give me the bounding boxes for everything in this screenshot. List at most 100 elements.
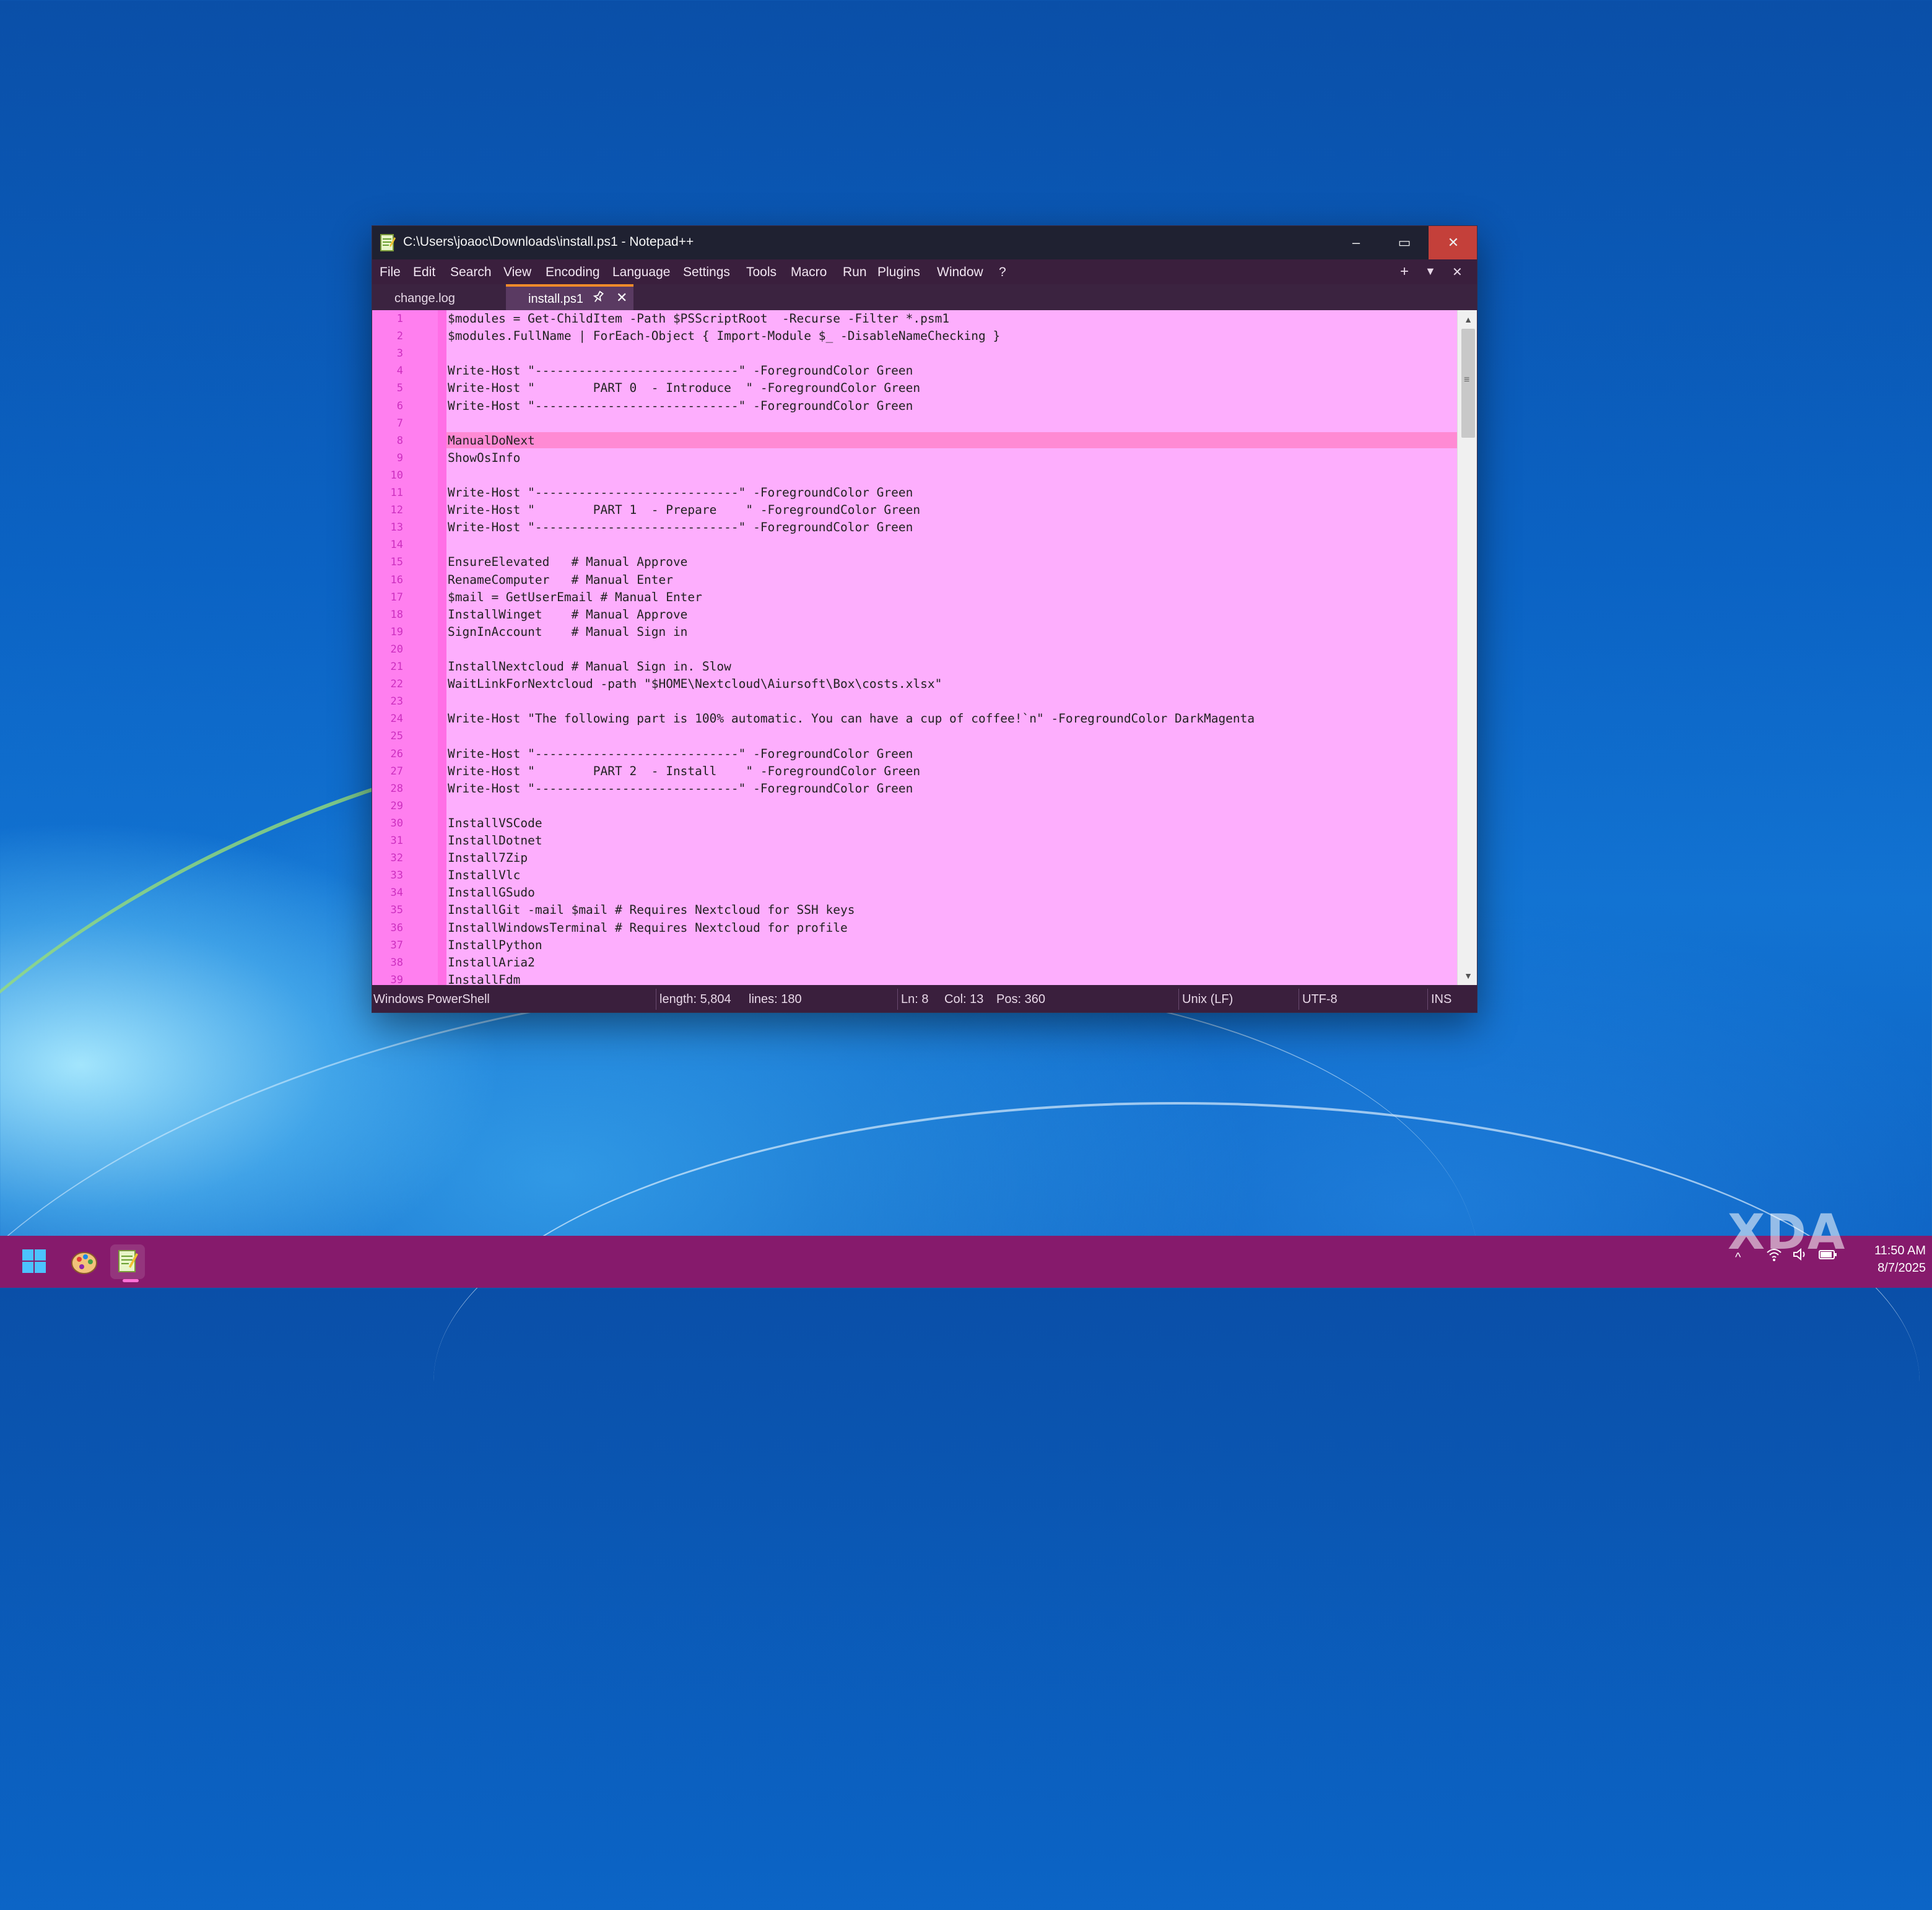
tab-install-ps1[interactable]: install.ps1 ✕ [506, 284, 633, 310]
notepadpp-window: C:\Users\joaoc\Downloads\install.ps1 - N… [372, 225, 1477, 1013]
windows-start-icon[interactable] [17, 1244, 52, 1279]
status-language: Windows PowerShell [373, 992, 490, 1006]
line-number: 29 [390, 799, 403, 812]
line-number: 30 [390, 817, 403, 830]
menu-file[interactable]: File [380, 265, 401, 280]
menu-search[interactable]: Search [450, 265, 492, 280]
status-encoding: UTF-8 [1302, 992, 1338, 1006]
code-line[interactable]: Write-Host " PART 0 - Introduce " -Foreg… [448, 381, 920, 395]
code-line[interactable]: Install7Zip [448, 851, 528, 865]
close-document-icon[interactable]: ✕ [1452, 264, 1463, 280]
wallpaper-swoosh [433, 1102, 1920, 1662]
title-bar[interactable]: C:\Users\joaoc\Downloads\install.ps1 - N… [372, 226, 1477, 259]
tab-label: change.log [394, 292, 455, 305]
line-number: 19 [390, 625, 403, 638]
menu-plugins[interactable]: Plugins [877, 265, 920, 280]
code-line[interactable]: InstallGit -mail $mail # Requires Nextcl… [448, 903, 855, 917]
code-line[interactable]: Write-Host "----------------------------… [448, 747, 913, 761]
taskbar: ^ 11:50 AM 8/7/2025 [0, 1236, 1932, 1288]
code-line[interactable]: Write-Host "The following part is 100% a… [448, 711, 1255, 726]
line-number: 23 [390, 695, 403, 708]
menu-help[interactable]: ? [999, 265, 1006, 280]
new-tab-icon[interactable]: + [1400, 263, 1409, 280]
code-line[interactable]: InstallFdm [448, 973, 520, 985]
code-line[interactable]: WaitLinkForNextcloud -path "$HOME\Nextcl… [448, 677, 942, 691]
line-number: 37 [390, 939, 403, 952]
code-line[interactable]: InstallVlc [448, 868, 520, 882]
status-ln: Ln: 8 [901, 992, 929, 1006]
code-line[interactable]: $mail = GetUserEmail # Manual Enter [448, 590, 702, 604]
code-line[interactable]: Write-Host "----------------------------… [448, 781, 913, 796]
code-line[interactable]: EnsureElevated # Manual Approve [448, 555, 687, 569]
scroll-down-arrow-icon[interactable]: ▼ [1458, 966, 1477, 985]
status-length: length: 5,804 [659, 992, 731, 1006]
paint-app-icon[interactable] [67, 1244, 102, 1279]
line-number: 4 [396, 365, 403, 378]
minimize-button[interactable]: – [1332, 226, 1380, 259]
menu-encoding[interactable]: Encoding [546, 265, 600, 280]
line-number: 28 [390, 782, 403, 795]
code-line[interactable]: Write-Host "----------------------------… [448, 399, 913, 413]
menu-settings[interactable]: Settings [683, 265, 730, 280]
line-number: 7 [396, 417, 403, 430]
line-number: 5 [396, 382, 403, 395]
line-number: 25 [390, 730, 403, 743]
notepadpp-taskbar-icon[interactable] [110, 1244, 145, 1279]
code-line[interactable]: InstallPython [448, 938, 542, 952]
line-number: 26 [390, 747, 403, 760]
pin-icon[interactable] [591, 290, 605, 308]
menu-view[interactable]: View [503, 265, 531, 280]
tab-list-dropdown-icon[interactable]: ▼ [1425, 265, 1436, 278]
menu-language[interactable]: Language [612, 265, 670, 280]
status-lines: lines: 180 [749, 992, 802, 1006]
line-number: 32 [390, 852, 403, 865]
code-line[interactable]: InstallGSudo [448, 885, 535, 900]
menu-run[interactable]: Run [843, 265, 867, 280]
fold-margin[interactable] [438, 310, 446, 985]
vertical-scrollbar[interactable]: ▲ ≡ ▼ [1457, 310, 1477, 985]
code-line[interactable]: ShowOsInfo [448, 451, 520, 465]
code-line[interactable]: Write-Host " PART 1 - Prepare " -Foregro… [448, 503, 920, 517]
code-line[interactable]: $modules.FullName | ForEach-Object { Imp… [448, 329, 1000, 343]
code-line[interactable]: Write-Host "----------------------------… [448, 485, 913, 500]
line-number: 11 [390, 487, 403, 499]
menu-edit[interactable]: Edit [413, 265, 435, 280]
code-line[interactable]: InstallWinget # Manual Approve [448, 607, 687, 622]
line-number: 35 [390, 904, 403, 917]
code-line[interactable]: Write-Host " PART 2 - Install " -Foregro… [448, 764, 920, 778]
code-line[interactable]: InstallWindowsTerminal # Requires Nextcl… [448, 921, 848, 935]
code-line[interactable]: Write-Host "----------------------------… [448, 520, 913, 534]
menu-window[interactable]: Window [937, 265, 983, 280]
tab-change-log[interactable]: change.log [381, 284, 492, 310]
line-number: 16 [390, 573, 403, 586]
notepadpp-app-icon [380, 234, 396, 251]
scroll-thumb[interactable]: ≡ [1461, 329, 1475, 438]
line-number: 36 [390, 921, 403, 934]
line-number: 10 [390, 469, 403, 482]
line-number: 13 [390, 521, 403, 534]
code-line[interactable]: SignInAccount # Manual Sign in [448, 625, 687, 639]
code-line[interactable]: InstallVSCode [448, 816, 542, 830]
code-editor[interactable]: 1 $modules = Get-ChildItem -Path $PSScrip… [372, 310, 1477, 985]
code-line[interactable]: RenameComputer # Manual Enter [448, 573, 673, 587]
line-number: 33 [390, 869, 403, 882]
code-line[interactable]: Write-Host "----------------------------… [448, 363, 913, 378]
scroll-up-arrow-icon[interactable]: ▲ [1458, 310, 1477, 329]
code-line[interactable]: InstallAria2 [448, 955, 535, 970]
menu-tools[interactable]: Tools [746, 265, 777, 280]
code-line[interactable]: InstallDotnet [448, 833, 542, 848]
wallpaper-swoosh [0, 882, 1531, 1844]
code-line[interactable]: $modules = Get-ChildItem -Path $PSScript… [448, 311, 949, 326]
line-number: 1 [396, 313, 403, 325]
line-number: 3 [396, 347, 403, 360]
window-title: C:\Users\joaoc\Downloads\install.ps1 - N… [403, 235, 694, 249]
line-number: 6 [396, 399, 403, 412]
close-button[interactable]: ✕ [1429, 226, 1477, 259]
clock-date: 8/7/2025 [1878, 1261, 1926, 1275]
code-line[interactable]: ManualDoNext [448, 433, 535, 448]
code-line[interactable]: InstallNextcloud # Manual Sign in. Slow [448, 659, 731, 674]
menu-macro[interactable]: Macro [791, 265, 827, 280]
system-clock[interactable]: 11:50 AM 8/7/2025 [1845, 1242, 1926, 1277]
tab-close-icon[interactable]: ✕ [616, 290, 627, 306]
maximize-button[interactable]: ▭ [1380, 226, 1429, 259]
